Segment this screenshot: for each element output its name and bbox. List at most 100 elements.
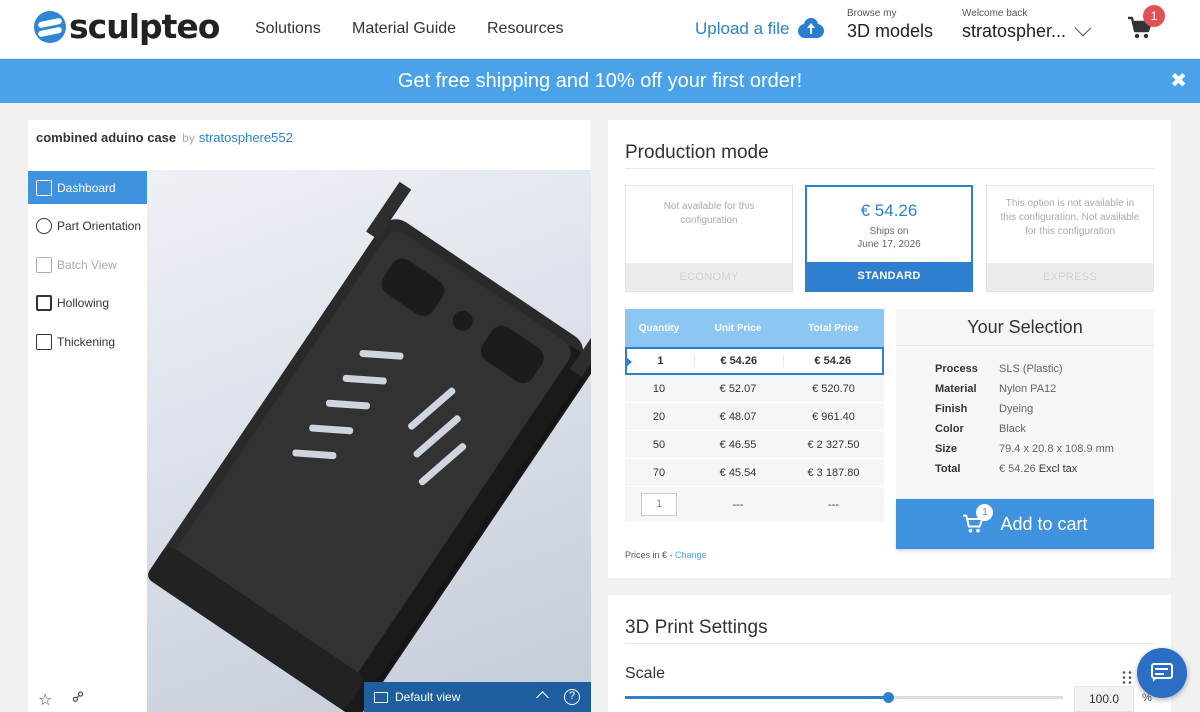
table-row[interactable]: 20 € 48.07 € 961.40	[625, 403, 884, 431]
scale-slider-thumb[interactable]	[882, 692, 894, 703]
top-header: sculpteo Solutions Material Guide Resour…	[0, 0, 1200, 59]
model-title: combined aduino case by stratosphere552	[36, 130, 293, 145]
mode-message: Not available for this configuration	[663, 201, 755, 226]
3d-model-viewer[interactable]	[147, 170, 591, 712]
chat-button[interactable]	[1137, 648, 1187, 698]
sculpteo-logo[interactable]: sculpteo	[34, 10, 220, 44]
change-currency-link[interactable]: Change	[675, 550, 707, 560]
mode-price: € 54.26	[860, 201, 918, 220]
add-cart-badge: 1	[976, 504, 994, 521]
tool-part-orientation[interactable]: Part Orientation	[28, 209, 147, 242]
cell-qty: 10	[652, 382, 666, 395]
chevron-up-icon[interactable]	[536, 691, 549, 704]
browse-models-link[interactable]: Browse my 3D models	[847, 8, 933, 42]
cell-unit: ---	[732, 498, 744, 511]
orientation-icon	[36, 217, 52, 234]
default-view-label: Default view	[395, 690, 461, 704]
scale-label: Scale	[625, 665, 666, 682]
selected-row-arrow-icon	[625, 356, 632, 368]
custom-quantity-row: 1 --- ---	[625, 487, 884, 523]
star-icon[interactable]: ☆	[38, 690, 52, 710]
add-to-cart-label: Add to cart	[1000, 513, 1088, 534]
tool-thickening[interactable]: Thickening	[28, 325, 147, 358]
tool-label: Batch View	[57, 257, 117, 272]
chevron-down-icon[interactable]	[1074, 19, 1092, 37]
nav-solutions[interactable]: Solutions	[255, 20, 321, 38]
upload-file-button[interactable]: Upload a file	[695, 18, 824, 39]
table-row[interactable]: 10 € 52.07 € 520.70	[625, 375, 884, 403]
scale-input[interactable]: 100.0	[1074, 686, 1134, 712]
tool-label: Dashboard	[57, 180, 116, 195]
cell-unit: € 46.55	[719, 438, 757, 451]
mode-message: This option is not available in this con…	[1000, 198, 1140, 237]
logo-mark-icon	[34, 11, 66, 43]
your-selection-title: Your Selection	[896, 309, 1154, 346]
custom-quantity-input[interactable]: 1	[641, 493, 677, 516]
add-to-cart-button[interactable]: 1 Add to cart	[896, 499, 1154, 549]
price-table: Quantity Unit Price Total Price 1 € 54.2…	[625, 309, 884, 523]
mode-express[interactable]: This option is not available in this con…	[986, 185, 1154, 292]
prices-note: Prices in € - Change	[625, 550, 707, 560]
mode-economy[interactable]: Not available for this configuration ECO…	[625, 185, 793, 292]
table-row[interactable]: 50 € 46.55 € 2 327.50	[625, 431, 884, 459]
screen-icon	[374, 691, 388, 703]
divider	[625, 643, 1154, 644]
mode-standard[interactable]: € 54.26 Ships on June 17, 2026 STANDARD	[805, 185, 973, 292]
mode-footer: ECONOMY	[626, 263, 792, 291]
scale-slider[interactable]	[625, 692, 1063, 703]
spec-material: Material Nylon PA12	[935, 383, 1057, 395]
account-menu[interactable]: Welcome back stratospher...	[962, 8, 1066, 42]
cell-total: € 54.26	[782, 355, 882, 367]
view-selector[interactable]: Default view ?	[364, 682, 591, 712]
col-quantity: Quantity	[638, 322, 680, 334]
upload-label: Upload a file	[695, 19, 790, 38]
link-icon[interactable]: ⚯	[67, 686, 89, 708]
table-row[interactable]: 70 € 45.54 € 3 187.80	[625, 459, 884, 487]
tool-hollowing[interactable]: Hollowing	[28, 286, 147, 319]
cart-icon: 1	[962, 504, 994, 534]
thickening-icon	[36, 333, 52, 350]
table-row[interactable]: 1 € 54.26 € 54.26	[625, 347, 884, 375]
tool-label: Hollowing	[57, 295, 110, 310]
cell-qty: 50	[652, 438, 666, 451]
production-panel: Production mode Not available for this c…	[608, 120, 1171, 578]
tool-label: Thickening	[57, 334, 116, 349]
scale-slider-fill	[625, 696, 888, 699]
cart-count-badge: 1	[1143, 5, 1165, 27]
divider	[625, 168, 1154, 169]
mode-footer: EXPRESS	[987, 263, 1153, 291]
cell-total: ---	[828, 498, 839, 511]
hollowing-icon	[36, 294, 52, 311]
welcome-user: stratospher...	[962, 21, 1067, 41]
model-name: combined aduino case	[36, 130, 177, 145]
cell-qty: 20	[652, 410, 666, 423]
spec-size: Size 79.4 x 20.8 x 108.9 mm	[935, 443, 1114, 455]
ships-on: Ships on June 17, 2026	[857, 226, 921, 250]
nav-material-guide[interactable]: Material Guide	[352, 20, 456, 38]
cell-unit: € 54.26	[693, 355, 783, 367]
cell-total: € 2 327.50	[807, 438, 860, 451]
help-icon[interactable]: ?	[564, 689, 580, 705]
print-settings-panel: 3D Print Settings Scale 100.0 %	[608, 595, 1171, 712]
promo-banner: Get free shipping and 10% off your first…	[0, 59, 1200, 103]
cell-total: € 520.70	[812, 382, 855, 395]
cell-unit: € 52.07	[719, 382, 757, 395]
cube-icon	[36, 179, 52, 196]
model-render	[148, 181, 591, 712]
cell-total: € 3 187.80	[807, 466, 860, 479]
spec-total: Total € 54.26 Excl tax	[935, 463, 1078, 475]
tool-batch-view[interactable]: Batch View	[28, 248, 147, 281]
promo-text: Get free shipping and 10% off your first…	[397, 70, 803, 92]
close-banner-icon[interactable]: ✖	[1170, 59, 1187, 103]
tool-dashboard[interactable]: Dashboard	[28, 171, 147, 204]
cloud-upload-icon	[797, 18, 824, 38]
nav-resources[interactable]: Resources	[487, 20, 563, 38]
drag-handle-icon[interactable]	[1121, 670, 1133, 686]
spec-process: Process SLS (Plastic)	[935, 363, 1063, 375]
cell-qty: 1	[657, 355, 664, 367]
batch-view-icon	[36, 256, 52, 273]
mode-footer: STANDARD	[807, 262, 971, 290]
cell-unit: € 45.54	[719, 466, 757, 479]
welcome-small: Welcome back	[962, 8, 1028, 19]
model-author-link[interactable]: stratosphere552	[199, 130, 293, 145]
